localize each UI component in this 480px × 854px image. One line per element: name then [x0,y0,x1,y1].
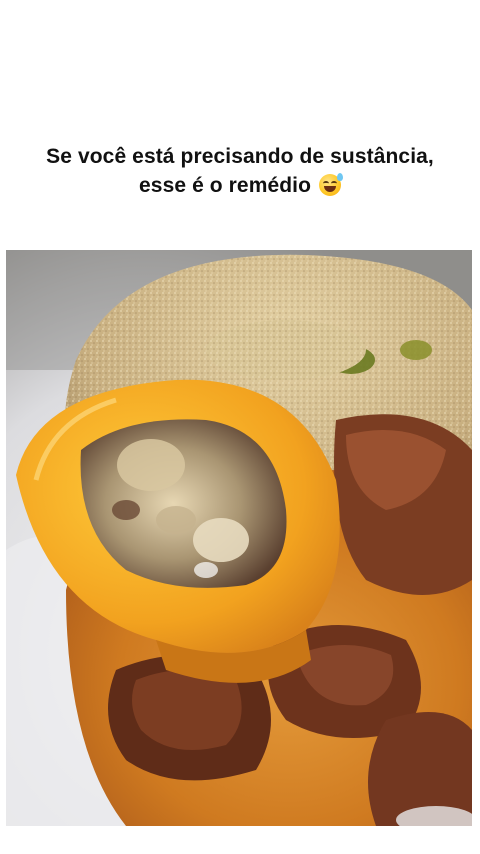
grinning-sweat-emoji-icon [318,173,343,196]
caption-line-2: esse é o remédio [139,174,312,197]
food-photo-illustration [6,250,472,826]
post-caption: Se você está precisando de sustância, es… [0,142,480,200]
caption-line-1: Se você está precisando de sustância, [46,145,434,168]
post-photo[interactable] [6,250,472,826]
caption-line-2-wrap: esse é o remédio [0,171,480,200]
